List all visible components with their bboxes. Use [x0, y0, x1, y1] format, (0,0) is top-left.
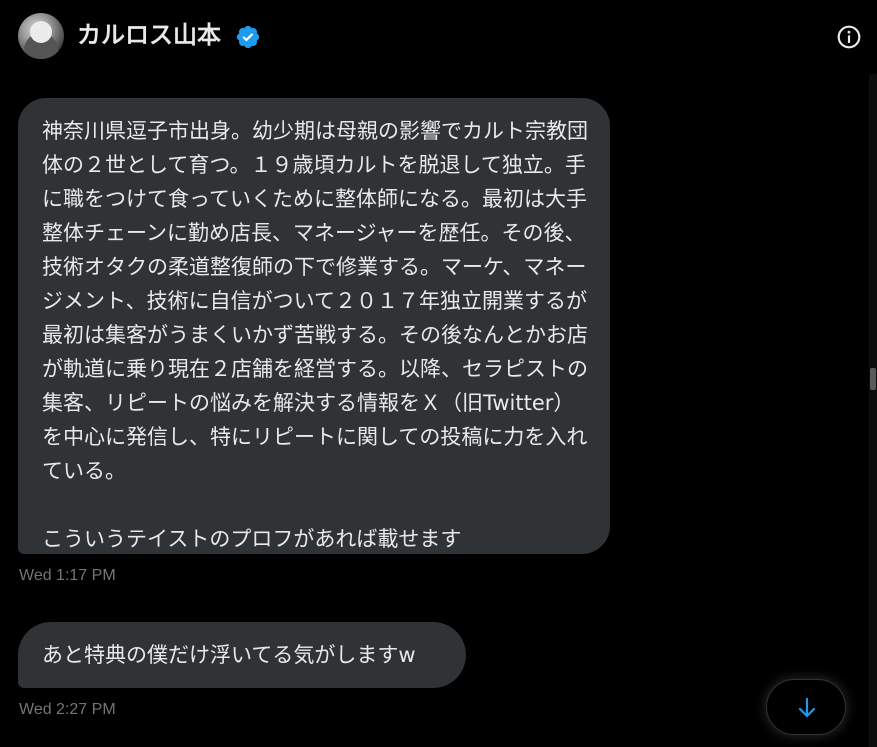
conversation-header: カルロス山本 [0, 0, 877, 74]
info-icon[interactable] [836, 24, 862, 50]
scrollbar-thumb[interactable] [870, 368, 876, 390]
message-timestamp: Wed 1:17 PM [19, 567, 116, 584]
scroll-to-bottom-button[interactable] [766, 679, 846, 735]
dm-conversation: カルロス山本 神奈川県逗子市出身。幼少期は母親の影響でカルト宗教団体の２世として… [0, 0, 877, 747]
message-text: 神奈川県逗子市出身。幼少期は母親の影響でカルト宗教団体の２世として育つ。１９歳頃… [42, 119, 588, 551]
message-text: あと特典の僕だけ浮いてる気がしますw [42, 643, 416, 667]
message-bubble[interactable]: 神奈川県逗子市出身。幼少期は母親の影響でカルト宗教団体の２世として育つ。１９歳頃… [18, 98, 610, 554]
message-bubble[interactable]: あと特典の僕だけ浮いてる気がしますw [18, 622, 466, 688]
message-timestamp: Wed 2:27 PM [19, 701, 116, 718]
contact-name[interactable]: カルロス山本 [77, 18, 221, 52]
avatar[interactable] [18, 13, 64, 59]
verified-badge-icon [236, 25, 260, 49]
scrollbar[interactable] [869, 74, 877, 747]
arrow-down-icon [798, 697, 816, 718]
